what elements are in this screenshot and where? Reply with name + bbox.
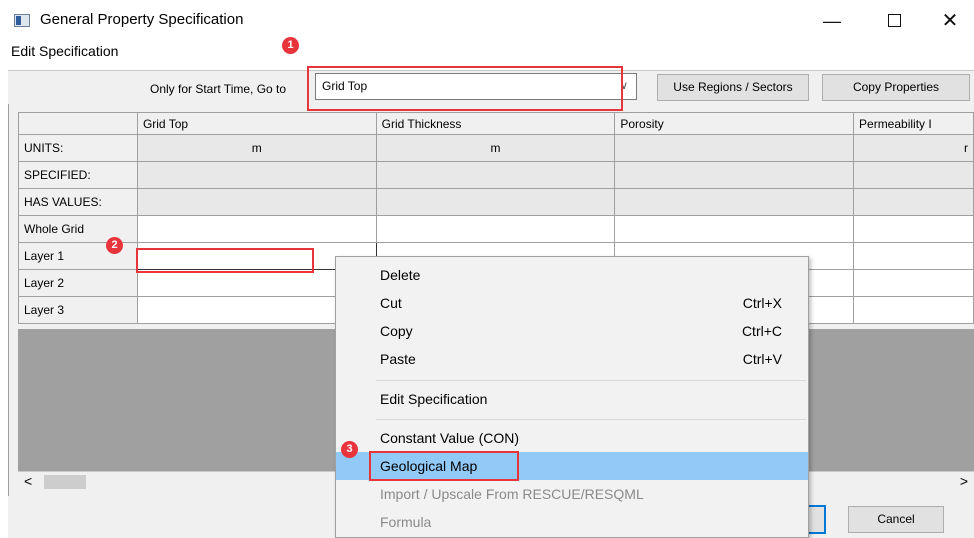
title-bar: General Property Specification — ✕ xyxy=(0,0,974,40)
maximize-button[interactable] xyxy=(874,6,914,36)
row-label: UNITS: xyxy=(18,134,138,162)
column-header[interactable]: Grid Thickness xyxy=(375,112,616,135)
menu-item-edit-specification[interactable]: Edit Specification xyxy=(336,385,808,413)
grid-cell xyxy=(136,188,377,216)
menu-item-label: Import / Upscale From RESCUE/RESQML xyxy=(380,486,644,502)
scroll-right-arrow[interactable]: > xyxy=(960,473,968,489)
menu-item-shortcut: Ctrl+X xyxy=(742,295,782,311)
table-row: HAS VALUES: xyxy=(18,188,974,216)
grid-cell xyxy=(614,161,855,189)
row-label: HAS VALUES: xyxy=(18,188,138,216)
column-header[interactable]: Permeability I xyxy=(853,112,974,135)
app-icon xyxy=(14,14,30,27)
maximize-icon xyxy=(887,14,901,28)
ok-button[interactable] xyxy=(808,505,826,534)
menu-item-label: Constant Value (CON) xyxy=(380,430,520,446)
table-row: Whole Grid xyxy=(18,215,974,243)
menu-item-copy[interactable]: Copy Ctrl+C xyxy=(336,317,808,345)
menu-separator xyxy=(376,419,806,420)
row-label: Layer 3 xyxy=(18,296,138,324)
table-row: UNITS: m m r xyxy=(18,134,974,162)
column-header[interactable]: Porosity xyxy=(614,112,855,135)
column-header[interactable]: Grid Top xyxy=(136,112,377,135)
header-row: Grid Top Grid Thickness Porosity Permeab… xyxy=(18,112,974,135)
grid-cell[interactable] xyxy=(614,215,855,243)
corner-cell xyxy=(18,112,138,135)
scroll-left-arrow[interactable]: < xyxy=(24,473,32,489)
context-menu: Delete Cut Ctrl+X Copy Ctrl+C Paste Ctrl… xyxy=(335,256,809,538)
menu-item-label: Formula xyxy=(380,514,432,530)
table-row: SPECIFIED: xyxy=(18,161,974,189)
callout-box-layer1-cell xyxy=(136,248,314,273)
menu-item-label: Edit Specification xyxy=(380,391,488,407)
grid-cell xyxy=(375,161,616,189)
grid-cell xyxy=(853,188,974,216)
menu-item-constant-value[interactable]: Constant Value (CON) xyxy=(336,424,808,452)
units-cell: m xyxy=(136,134,377,162)
menu-item-formula: Formula xyxy=(336,508,808,536)
menu-item-label: Delete xyxy=(380,267,421,283)
menu-item-delete[interactable]: Delete xyxy=(336,261,808,289)
window-title: General Property Specification xyxy=(40,11,244,28)
cancel-button[interactable]: Cancel xyxy=(848,506,944,533)
minimize-button[interactable]: — xyxy=(812,6,852,36)
step-badge-2: 2 xyxy=(106,237,123,254)
step-badge-1: 1 xyxy=(282,37,299,54)
goto-label: Only for Start Time, Go to xyxy=(150,82,287,96)
grid-cell[interactable] xyxy=(853,242,974,270)
menu-item-paste[interactable]: Paste Ctrl+V xyxy=(336,345,808,373)
row-label: Layer 2 xyxy=(18,269,138,297)
grid-cell[interactable] xyxy=(853,269,974,297)
menu-separator xyxy=(376,380,806,381)
grid-cell xyxy=(853,161,974,189)
close-button[interactable]: ✕ xyxy=(930,6,970,36)
callout-box-goto xyxy=(307,66,623,111)
menu-item-shortcut: Ctrl+V xyxy=(742,351,782,367)
callout-box-geological-map xyxy=(369,451,519,481)
grid-cell xyxy=(375,188,616,216)
units-cell: m xyxy=(375,134,616,162)
menu-item-shortcut: Ctrl+C xyxy=(741,323,782,339)
menu-item-cut[interactable]: Cut Ctrl+X xyxy=(336,289,808,317)
menu-item-import-upscale: Import / Upscale From RESCUE/RESQML xyxy=(336,480,808,508)
scrollbar-thumb[interactable] xyxy=(44,475,86,489)
units-cell: r xyxy=(853,134,974,162)
copy-properties-button[interactable]: Copy Properties xyxy=(822,74,970,101)
grid-cell[interactable] xyxy=(136,215,377,243)
units-cell xyxy=(614,134,855,162)
menu-item-label: Copy xyxy=(380,323,413,339)
grid-cell xyxy=(614,188,855,216)
menu-edit-specification[interactable]: Edit Specification xyxy=(11,43,118,59)
grid-cell[interactable] xyxy=(853,215,974,243)
grid-cell xyxy=(136,161,377,189)
row-label: SPECIFIED: xyxy=(18,161,138,189)
use-regions-button[interactable]: Use Regions / Sectors xyxy=(657,74,809,101)
step-badge-3: 3 xyxy=(341,441,358,458)
menu-item-label: Paste xyxy=(380,351,416,367)
menu-item-label: Cut xyxy=(380,295,402,311)
grid-cell[interactable] xyxy=(853,296,974,324)
grid-cell[interactable] xyxy=(375,215,616,243)
